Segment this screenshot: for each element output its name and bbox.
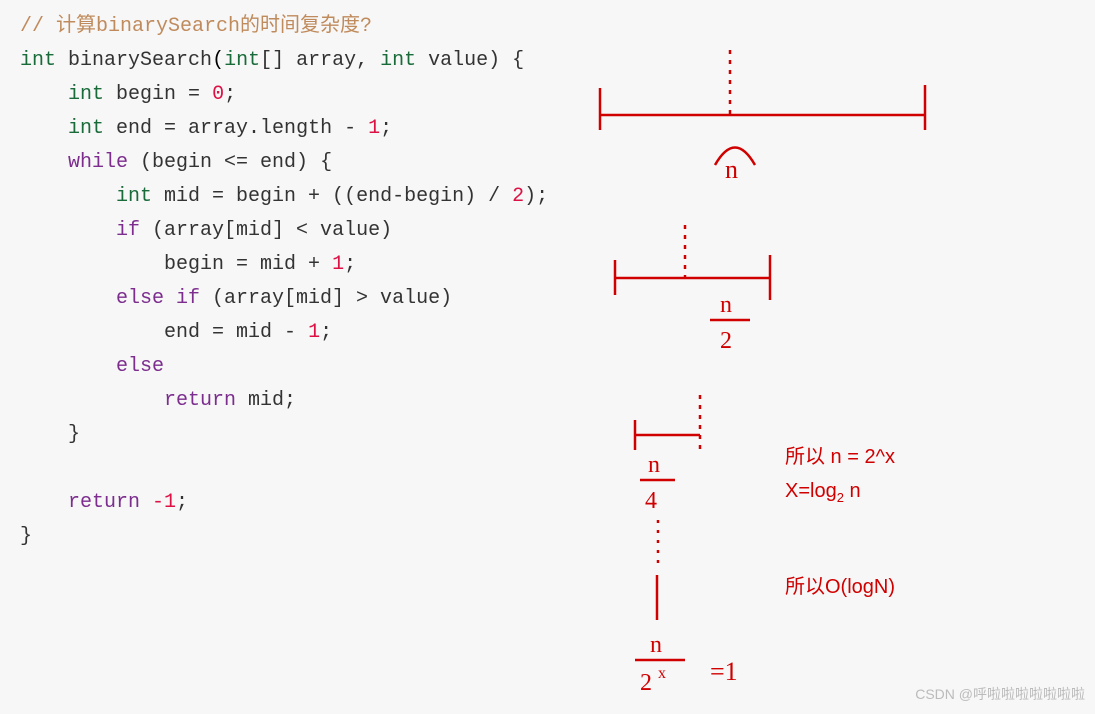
equals-one: =1 [710,657,738,686]
kw-elseif: else if [116,287,200,310]
tok-int: int [380,49,416,72]
num-literal: 1 [332,253,344,276]
derivation-1: 所以 n = 2^x [785,440,895,469]
annotation-area: n n 2 n 4 n 2 x =1 所以 n = 2^x X=log2 n 所… [540,0,1095,714]
frac-n2-num: n [720,292,732,318]
semi: ; [224,83,236,106]
num-literal: 1 [368,117,380,140]
semi: ; [344,253,356,276]
tok-int: int [68,83,104,106]
num-literal: 1 [308,321,320,344]
code-text: end = mid - [164,321,308,344]
conclusion: 所以O(logN) [785,570,895,599]
code-text: (array[mid] < value) [140,219,392,242]
code-text: end = array.length - [104,117,368,140]
semi: ; [320,321,332,344]
num-literal: 0 [212,83,224,106]
code-text: (begin <= end) { [128,151,332,174]
tok-int: int [116,185,152,208]
kw-if: if [116,219,140,242]
watermark: CSDN @呼啦啦啦啦啦啦啦 [915,684,1085,704]
semi: ; [176,491,188,514]
num-literal: 2 [512,185,524,208]
tok-int: int [68,117,104,140]
code-text: (array[mid] > value) [200,287,452,310]
derivation-2-prefix: X=log [785,480,837,502]
param-array: [] array, [260,49,380,72]
derivation-2-sub: 2 [837,490,844,505]
frac-n2-denom: 2 [720,328,732,354]
frac-n4-num: n [648,452,660,478]
tok-int: int [224,49,260,72]
code-block: // 计算binarySearch的时间复杂度? int binarySearc… [0,0,560,564]
semi: ; [380,117,392,140]
num-literal: -1 [140,491,176,514]
param-value: value) { [416,49,524,72]
code-text: mid = begin + ((end-begin) / [152,185,512,208]
kw-return: return [164,389,236,412]
frac-n2x-denom: 2 [640,670,652,696]
handdrawn-diagram-svg: n n 2 n 4 n 2 x =1 [540,0,1095,714]
tok-int: int [20,49,56,72]
derivation-2-suffix: n [844,480,861,502]
close-brace: } [20,525,32,548]
kw-else: else [116,355,164,378]
code-text: mid; [236,389,296,412]
frac-n2x-exp: x [658,665,666,682]
func-name: binarySearch [68,49,212,72]
frac-n2x-num: n [650,632,662,658]
code-text: begin = [104,83,212,106]
label-n: n [725,155,738,184]
frac-n4-denom: 4 [645,488,657,514]
derivation-2: X=log2 n [785,480,861,505]
code-text: begin = mid + [164,253,332,276]
code-comment: // 计算binarySearch的时间复杂度? [20,15,372,38]
kw-while: while [68,151,128,174]
kw-return: return [68,491,140,514]
close-brace: } [68,423,80,446]
